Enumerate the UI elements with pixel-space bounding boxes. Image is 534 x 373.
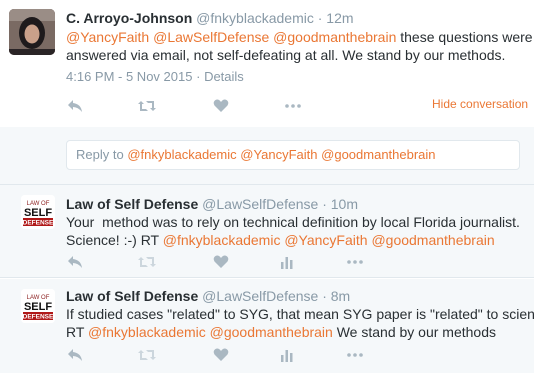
retweet-icon[interactable] [138,346,156,364]
conversation-thread: C. Arroyo-Johnson @fnkyblackademic · 12m… [0,0,534,373]
mention-link[interactable]: @YancyFaith [66,29,149,45]
reply-icon[interactable] [66,253,84,271]
more-icon[interactable] [284,97,302,115]
reply-icon[interactable] [66,97,84,115]
avatar[interactable]: LAW OF SELF DEFENSE [21,289,55,323]
tweet-header: Law of Self Defense @LawSelfDefense · 8m [66,287,350,305]
retweet-icon[interactable] [138,253,156,271]
more-icon[interactable] [346,253,364,271]
more-icon[interactable] [346,346,364,364]
tweet-text-part: these questions were [400,29,533,45]
mention-link[interactable]: @fnkyblackademic [88,324,206,340]
author-name[interactable]: Law of Self Defense [66,196,198,212]
mention-link[interactable]: @fnkyblackademic [163,232,281,248]
law-of-self-defense-logo: LAW OF SELF DEFENSE [21,289,55,323]
author-handle[interactable]: @LawSelfDefense [202,196,318,212]
mention-link[interactable]: @goodmanthebrain [273,29,396,45]
tweet-date[interactable]: 4:16 PM - 5 Nov 2015 [66,69,192,84]
reply-icon[interactable] [66,346,84,364]
mention-link[interactable]: @LawSelfDefense [153,29,269,45]
like-icon[interactable] [212,97,230,115]
author-name[interactable]: Law of Self Defense [66,288,198,304]
svg-text:SELF: SELF [24,207,52,219]
analytics-icon[interactable] [278,253,296,271]
details-link[interactable]: Details [204,69,244,84]
tweet-text-part: We stand by our methods [336,324,496,340]
author-name[interactable]: C. Arroyo-Johnson [66,10,192,26]
avatar-photo [9,9,55,55]
tweet-text-part: Science! :-) RT [66,232,159,248]
svg-text:SELF: SELF [24,301,52,313]
tweet-text-part: RT [66,324,85,340]
reply-input[interactable]: Reply to @fnkyblackademic @YancyFaith @g… [66,140,520,170]
retweet-icon[interactable] [138,97,156,115]
tweet-actions [66,253,363,271]
mention-link[interactable]: @goodmanthebrain [371,232,494,248]
mention-link[interactable]: @goodmanthebrain [210,324,333,340]
author-handle[interactable]: @fnkyblackademic [196,10,314,26]
tweet-header: C. Arroyo-Johnson @fnkyblackademic · 12m [66,9,354,27]
reply-prefix: Reply to [76,147,124,162]
tweet-text: If studied cases "related" to SYG, that … [66,305,534,341]
tweet-actions [66,97,326,115]
analytics-icon[interactable] [278,346,296,364]
tweet-time[interactable]: · 10m [322,196,358,212]
like-icon[interactable] [212,346,230,364]
tweet-actions [66,346,363,364]
tweet-text: @YancyFaith @LawSelfDefense @goodmantheb… [66,28,533,64]
author-handle[interactable]: @LawSelfDefense [202,288,318,304]
svg-text:DEFENSE: DEFENSE [23,314,54,321]
reply-tweet: LAW OF SELF DEFENSE Law of Self Defense … [0,185,534,278]
avatar[interactable]: LAW OF SELF DEFENSE [21,195,55,229]
like-icon[interactable] [212,253,230,271]
tweet-text-part: answered via email, not self-defeating a… [66,47,506,63]
law-of-self-defense-logo: LAW OF SELF DEFENSE [21,195,55,229]
avatar[interactable] [9,9,55,55]
tweet-metadata: 4:16 PM - 5 Nov 2015 · Details [66,69,244,84]
meta-separator: · [196,69,201,84]
tweet-text: Your method was to rely on technical def… [66,213,520,249]
mention-link: @YancyFaith [240,147,318,162]
tweet-text-line: Your method was to rely on technical def… [66,214,520,230]
tweet-header: Law of Self Defense @LawSelfDefense · 10… [66,195,358,213]
svg-text:DEFENSE: DEFENSE [23,220,54,227]
mention-link[interactable]: @YancyFaith [284,232,367,248]
tweet-time[interactable]: · 12m [318,10,354,26]
reply-tweet: LAW OF SELF DEFENSE Law of Self Defense … [0,279,534,373]
tweet-time[interactable]: · 8m [322,288,350,304]
mention-link: @fnkyblackademic [127,147,237,162]
tweet-text-line: If studied cases "related" to SYG, that … [66,306,534,322]
mention-link: @goodmanthebrain [321,147,436,162]
hide-conversation-link[interactable]: Hide conversation [432,97,528,111]
